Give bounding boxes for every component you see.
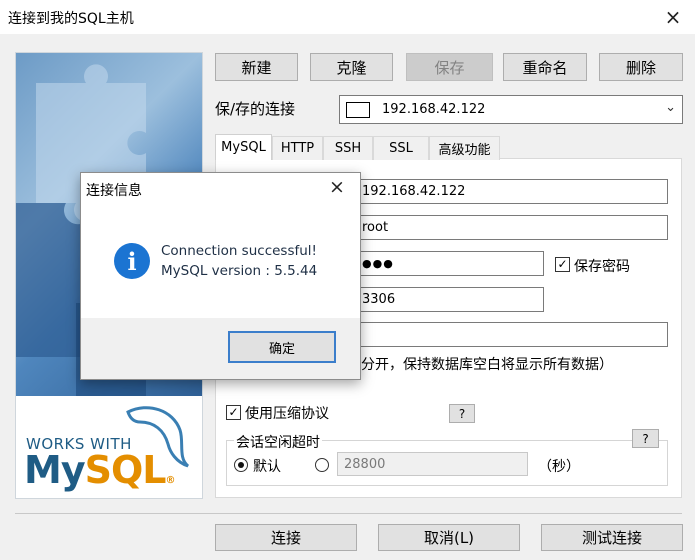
dolphin-icon xyxy=(126,406,190,468)
ok-button[interactable]: 确定 xyxy=(228,331,336,363)
footer-divider xyxy=(15,513,682,514)
password-input[interactable]: ●●● xyxy=(355,251,544,276)
seconds-label: （秒） xyxy=(538,459,580,475)
session-timeout-label: 会话空闲超时 xyxy=(234,432,322,452)
dialog-close-icon[interactable]: × xyxy=(329,176,345,198)
timeout-input[interactable]: 28800 xyxy=(337,452,528,476)
dialog-footer: 确定 xyxy=(81,318,360,379)
saved-connection-value: 192.168.42.122 xyxy=(382,102,486,117)
dialog-title-bar: 连接信息 × xyxy=(81,173,360,205)
tab-mysql[interactable]: MySQL xyxy=(215,134,272,160)
info-icon: i xyxy=(114,243,150,279)
database-input[interactable] xyxy=(355,322,668,347)
compress-checkbox[interactable]: ✓ xyxy=(226,405,241,420)
dialog-message-line1: Connection successful! xyxy=(161,243,317,259)
connect-button[interactable]: 连接 xyxy=(215,524,357,551)
delete-button[interactable]: 删除 xyxy=(599,53,683,81)
timeout-help-button[interactable]: ? xyxy=(632,429,659,448)
port-input[interactable]: 3306 xyxy=(355,287,544,312)
save-password-label: 保存密码 xyxy=(574,259,630,275)
tab-ssl[interactable]: SSL xyxy=(373,136,429,160)
save-button[interactable]: 保存 xyxy=(406,53,493,81)
rename-button[interactable]: 重命名 xyxy=(503,53,587,81)
close-icon[interactable]: × xyxy=(655,2,691,32)
window-title: 连接到我的SQL主机 xyxy=(8,11,134,27)
username-input[interactable]: root xyxy=(355,215,668,240)
mysql-logo: WORKS WITH MySQL® xyxy=(16,396,202,498)
mysql-my: My xyxy=(24,448,86,492)
new-button[interactable]: 新建 xyxy=(215,53,298,81)
saved-connection-label: 保/存的连接 xyxy=(215,100,296,118)
compress-label: 使用压缩协议 xyxy=(245,406,329,422)
chevron-down-icon: ⌄ xyxy=(665,100,676,115)
color-swatch xyxy=(346,101,370,118)
connection-info-dialog: 连接信息 × i Connection successful! MySQL ve… xyxy=(80,172,361,380)
saved-connection-select[interactable]: 192.168.42.122 ⌄ xyxy=(339,95,683,124)
default-radio[interactable] xyxy=(234,458,248,472)
cancel-button[interactable]: 取消(L) xyxy=(378,524,520,551)
database-hint: 分开，保持数据库空白将显示所有数据） xyxy=(361,357,613,373)
default-label: 默认 xyxy=(253,459,281,475)
custom-radio[interactable] xyxy=(315,458,329,472)
dialog-body: i Connection successful! MySQL version :… xyxy=(81,205,360,318)
title-bar: 连接到我的SQL主机 × xyxy=(0,0,695,34)
compress-help-button[interactable]: ? xyxy=(449,404,475,423)
test-connection-button[interactable]: 测试连接 xyxy=(541,524,683,551)
tab-advanced[interactable]: 高级功能 xyxy=(429,136,500,160)
clone-button[interactable]: 克隆 xyxy=(310,53,393,81)
tab-ssh[interactable]: SSH xyxy=(323,136,373,160)
tab-http[interactable]: HTTP xyxy=(272,136,323,160)
dialog-message-line2: MySQL version : 5.5.44 xyxy=(161,263,318,279)
save-password-checkbox[interactable]: ✓ xyxy=(555,257,570,272)
dialog-title: 连接信息 xyxy=(86,183,142,199)
mysql-reg: ® xyxy=(165,475,175,486)
host-input[interactable]: 192.168.42.122 xyxy=(355,179,668,204)
